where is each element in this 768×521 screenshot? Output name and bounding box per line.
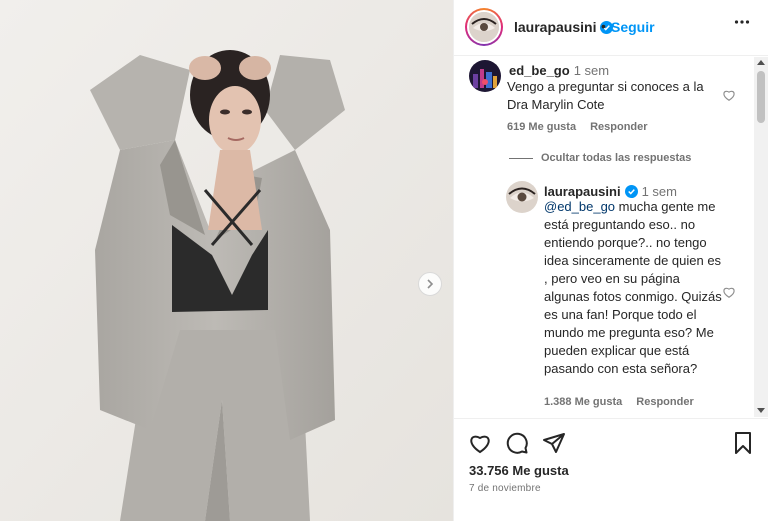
comment-icon[interactable]: [505, 431, 529, 455]
city-night-avatar-icon: [469, 60, 501, 92]
comment-username[interactable]: ed_be_go: [509, 63, 570, 78]
photo-illustration: [0, 0, 453, 521]
comment-meta: 619 Me gusta Responder: [507, 121, 662, 133]
reply-header: laurapausini 1 sem: [544, 184, 677, 199]
scroll-down-icon[interactable]: [757, 408, 765, 413]
post-actions: 33.756 Me gusta 7 de noviembre: [454, 418, 768, 521]
reply-likes[interactable]: 1.388 Me gusta: [544, 396, 622, 408]
reply-meta: 1.388 Me gusta Responder: [544, 396, 708, 408]
author-username-text[interactable]: laurapausini: [514, 19, 596, 35]
reply-username[interactable]: laurapausini: [544, 184, 621, 199]
avatar-eye-icon: [469, 12, 499, 42]
heart-icon[interactable]: [722, 285, 736, 299]
header-separator: •: [601, 18, 606, 34]
comment-text: Vengo a preguntar si conoces a la Dra Ma…: [507, 79, 704, 112]
post-header: laurapausini • Seguir: [454, 0, 768, 56]
reply-reply-button[interactable]: Responder: [636, 396, 693, 408]
next-image-button[interactable]: [418, 272, 442, 296]
comments-list[interactable]: ed_be_go 1 sem Vengo a preguntar si conoc…: [454, 57, 768, 417]
hide-replies-label: Ocultar todas las respuestas: [541, 152, 692, 164]
post-sidebar: laurapausini • Seguir ed_be_go 1 sem Ven…: [453, 0, 768, 521]
reply-time[interactable]: 1 sem: [642, 184, 677, 199]
follow-button[interactable]: Seguir: [611, 19, 655, 35]
heart-icon[interactable]: [468, 431, 492, 455]
comment-header: ed_be_go 1 sem: [509, 63, 609, 78]
reply-text: @ed_be_go mucha gente me está preguntand…: [544, 198, 724, 378]
author-avatar[interactable]: [465, 8, 503, 46]
reply-body: mucha gente me está preguntando eso.. no…: [544, 199, 722, 376]
chevron-right-icon: [427, 279, 434, 289]
comment-time[interactable]: 1 sem: [574, 63, 609, 78]
divider-line: [509, 157, 533, 159]
avatar-eye-icon: [506, 181, 538, 213]
share-icon[interactable]: [542, 431, 566, 455]
more-icon: [734, 20, 750, 24]
more-options-button[interactable]: [734, 14, 750, 35]
comment-reply-button[interactable]: Responder: [590, 121, 647, 133]
post-image[interactable]: [0, 0, 453, 521]
commenter-avatar[interactable]: [469, 60, 501, 92]
author-username[interactable]: laurapausini: [514, 19, 614, 35]
verified-icon: [624, 185, 638, 198]
comment-likes[interactable]: 619 Me gusta: [507, 121, 576, 133]
post-date[interactable]: 7 de noviembre: [469, 483, 541, 494]
post-likes-count[interactable]: 33.756 Me gusta: [469, 463, 569, 478]
bookmark-icon[interactable]: [731, 431, 755, 455]
heart-icon[interactable]: [722, 88, 736, 102]
reply-mention[interactable]: @ed_be_go: [544, 199, 615, 214]
comments-scrollbar[interactable]: [754, 57, 768, 417]
reply-avatar[interactable]: [506, 181, 538, 213]
hide-replies-button[interactable]: Ocultar todas las respuestas: [509, 152, 691, 164]
scroll-thumb[interactable]: [757, 71, 765, 123]
scroll-up-icon[interactable]: [757, 60, 765, 65]
